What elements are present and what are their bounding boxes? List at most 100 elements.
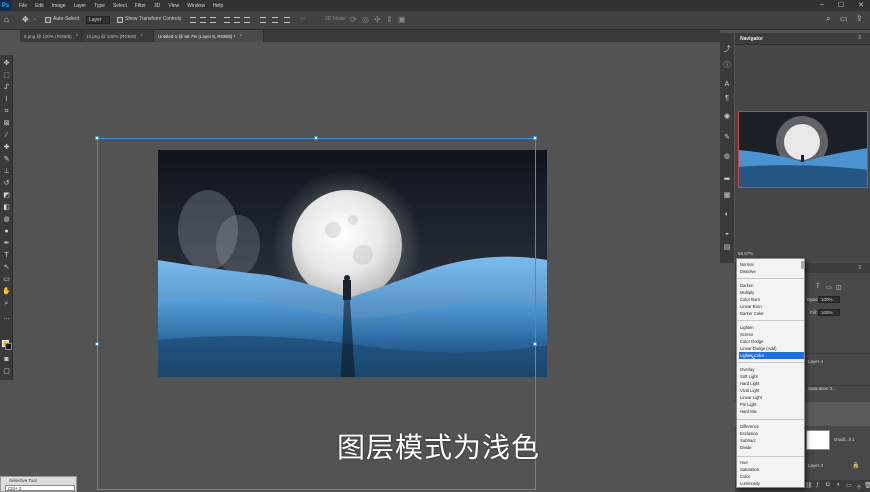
brush-tool-icon[interactable]: ✎ xyxy=(2,155,11,164)
show-transform-checkbox[interactable] xyxy=(117,17,123,23)
brush-settings-icon[interactable]: ✎ xyxy=(723,134,731,142)
history-panel-icon[interactable]: ⤴ xyxy=(723,46,731,54)
menu-view[interactable]: View xyxy=(168,3,179,9)
distribute-middle-icon[interactable] xyxy=(272,17,278,23)
tab-13-png[interactable]: 13.png @ 100% (RGB/8) × xyxy=(82,30,154,42)
transform-handle-top-center[interactable] xyxy=(314,136,318,140)
screen-mode-icon[interactable]: ▢ xyxy=(2,367,11,376)
menu-3d[interactable]: 3D xyxy=(154,3,160,9)
blend-option-saturation[interactable]: Saturation xyxy=(739,466,804,473)
selective-tool-popup[interactable]: Selective Tool Ctrl+ 2 xyxy=(0,476,77,492)
blend-option-screen[interactable]: Screen xyxy=(739,331,804,338)
blend-option-overlay[interactable]: Overlay xyxy=(739,366,804,373)
align-middle-icon[interactable] xyxy=(234,17,240,23)
marquee-tool-icon[interactable]: ⬚ xyxy=(2,71,11,80)
layer-name[interactable]: Gradi...ll 1 xyxy=(834,437,855,442)
blend-option-pin-light[interactable]: Pin Light xyxy=(739,401,804,408)
background-color-swatch[interactable] xyxy=(5,343,12,350)
distribute-bottom-icon[interactable] xyxy=(284,17,290,23)
blend-option-multiply[interactable]: Multiply xyxy=(739,289,804,296)
distribute-top-icon[interactable] xyxy=(260,17,266,23)
blend-option-hard-mix[interactable]: Hard Mix xyxy=(739,408,804,415)
menu-image[interactable]: Image xyxy=(52,3,66,9)
tab-untitled-1[interactable]: Untitled-1 @ 66.7% (Layer 6, RGB/8) * × xyxy=(154,30,264,42)
blend-option-normal[interactable]: Normal xyxy=(739,261,804,268)
tool-preset-chevron-icon[interactable]: ⌄ xyxy=(33,16,37,22)
blend-option-luminosity[interactable]: Luminosity xyxy=(739,480,804,487)
close-button[interactable]: ✕ xyxy=(858,1,864,9)
adjustments-panel-icon[interactable]: ◐ xyxy=(723,211,731,219)
align-center-icon[interactable] xyxy=(200,17,206,23)
menu-layer[interactable]: Layer xyxy=(74,3,87,9)
eyedropper-tool-icon[interactable]: ⁄ xyxy=(2,131,11,140)
blend-option-divide[interactable]: Divide xyxy=(739,444,804,451)
crop-tool-icon[interactable]: ⌗ xyxy=(2,107,11,116)
hand-tool-icon[interactable]: ✋ xyxy=(2,287,11,296)
3d-roll-icon[interactable]: ◎ xyxy=(362,15,369,24)
history-brush-tool-icon[interactable]: ↺ xyxy=(2,179,11,188)
blend-option-difference[interactable]: Difference xyxy=(739,423,804,430)
new-layer-icon[interactable]: ＋ xyxy=(856,482,862,491)
align-top-icon[interactable] xyxy=(224,17,230,23)
clone-stamp-tool-icon[interactable]: ⊥ xyxy=(2,167,11,176)
search-icon[interactable]: ⌕ xyxy=(826,14,830,24)
3d-slide-icon[interactable]: ⇕ xyxy=(386,15,393,24)
align-bottom-icon[interactable] xyxy=(244,17,250,23)
menu-edit[interactable]: Edit xyxy=(35,3,44,9)
type-filter-icon[interactable]: T xyxy=(816,284,820,290)
blur-tool-icon[interactable]: ◍ xyxy=(2,215,11,224)
blend-option-exclusion[interactable]: Exclusion xyxy=(739,430,804,437)
move-tool-icon[interactable]: ✥ xyxy=(2,59,11,68)
blend-option-dissolve[interactable]: Dissolve xyxy=(739,268,804,275)
close-tab-icon[interactable]: × xyxy=(239,33,242,39)
blend-mode-dropdown[interactable]: Normal Dissolve Darken Multiply Color Bu… xyxy=(736,258,805,488)
home-icon[interactable]: ⌂ xyxy=(4,15,9,24)
transform-handle-middle-right[interactable] xyxy=(533,342,537,346)
close-tab-icon[interactable]: × xyxy=(76,33,79,39)
delete-layer-icon[interactable]: 🗑 xyxy=(864,482,870,489)
blend-option-darker-color[interactable]: Darker Color xyxy=(739,310,804,317)
gradient-tool-icon[interactable]: ◧ xyxy=(2,203,11,212)
menu-window[interactable]: Window xyxy=(187,3,205,9)
fill-input[interactable]: 100% xyxy=(818,309,840,316)
type-tool-icon[interactable]: T xyxy=(2,251,11,260)
pen-tool-icon[interactable]: ✒ xyxy=(2,239,11,248)
histogram-panel-icon[interactable]: ▂ xyxy=(723,173,731,181)
layer-name[interactable]: Saturation 2... xyxy=(808,386,836,391)
shape-filter-icon[interactable]: ▭ xyxy=(826,284,832,291)
more-options-button[interactable]: ··· xyxy=(300,16,305,22)
layers-menu-icon[interactable]: ≡ xyxy=(858,265,862,271)
align-right-icon[interactable] xyxy=(210,17,216,23)
blend-option-lighten[interactable]: Lighten xyxy=(739,324,804,331)
auto-select-checkbox[interactable] xyxy=(45,17,51,23)
blend-option-lighter-color[interactable]: Lighter Color xyxy=(739,352,804,359)
blend-option-hard-light[interactable]: Hard Light xyxy=(739,380,804,387)
selective-tool-value[interactable]: Ctrl+ 2 xyxy=(5,485,75,491)
link-layers-icon[interactable]: ⛓ xyxy=(805,482,813,489)
rectangle-tool-icon[interactable]: ▭ xyxy=(2,275,11,284)
layer-style-icon[interactable]: ƒ xyxy=(816,482,819,488)
menu-type[interactable]: Type xyxy=(94,3,105,9)
blend-option-hue[interactable]: Hue xyxy=(739,459,804,466)
blend-option-linear-dodge[interactable]: Linear Dodge (Add) xyxy=(739,345,804,352)
zoom-tool-icon[interactable]: ⌕ xyxy=(2,299,11,308)
maximize-button[interactable]: ☐ xyxy=(838,1,844,9)
learn-panel-icon[interactable]: ◉ xyxy=(723,113,731,121)
lasso-tool-icon[interactable]: ᔑ xyxy=(2,83,11,92)
move-tool-icon[interactable]: ✥ xyxy=(22,15,29,24)
adjustment-layer-icon[interactable]: ◑ xyxy=(836,482,840,488)
share-icon[interactable]: ⇪ xyxy=(856,14,863,23)
align-left-icon[interactable] xyxy=(190,17,196,23)
character-panel-icon[interactable]: A xyxy=(723,81,731,89)
menu-filter[interactable]: Filter xyxy=(135,3,146,9)
blend-option-soft-light[interactable]: Soft Light xyxy=(739,373,804,380)
navigator-title[interactable]: Navigator xyxy=(740,36,763,42)
3d-rotate-icon[interactable]: ⟳ xyxy=(350,15,357,24)
blend-option-color-burn[interactable]: Color Burn xyxy=(739,296,804,303)
quick-select-tool-icon[interactable]: ⌇ xyxy=(2,95,11,104)
menu-help[interactable]: Help xyxy=(213,3,223,9)
paragraph-panel-icon[interactable]: ¶ xyxy=(723,95,731,103)
blend-option-vivid-light[interactable]: Vivid Light xyxy=(739,387,804,394)
close-tab-icon[interactable]: × xyxy=(140,33,143,39)
info-panel-icon[interactable]: ⓘ xyxy=(723,62,731,70)
